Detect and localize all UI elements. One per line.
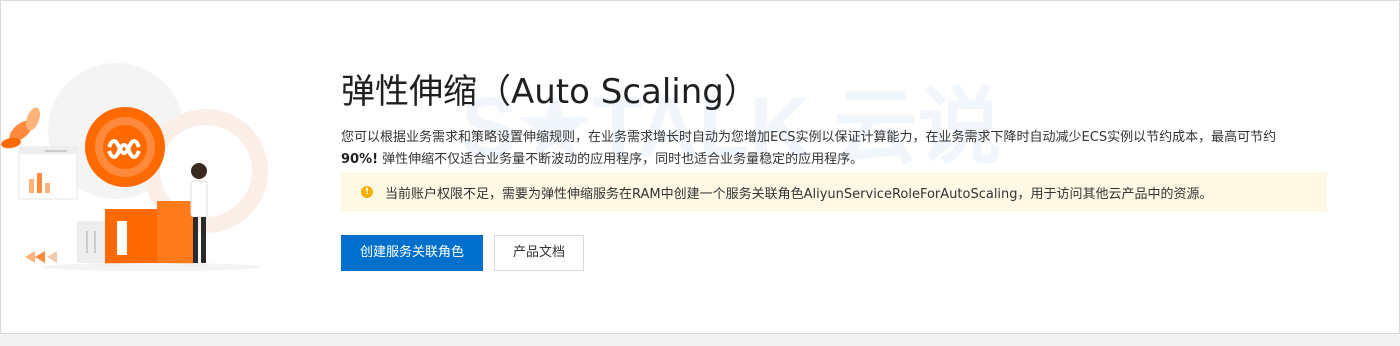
auto-scaling-illustration bbox=[1, 63, 268, 271]
description-highlight: 90%! bbox=[341, 152, 379, 167]
permission-notice: ! 当前账户权限不足，需要为弹性伸缩服务在RAM中创建一个服务关联角色Aliyu… bbox=[341, 172, 1327, 212]
action-buttons: 创建服务关联角色 产品文档 bbox=[341, 235, 584, 271]
product-docs-button[interactable]: 产品文档 bbox=[494, 235, 584, 271]
intro-content: 弹性伸缩（Auto Scaling） 您可以根据业务需求和策略设置伸缩规则，在业… bbox=[341, 69, 1331, 271]
description-line-1: 您可以根据业务需求和策略设置伸缩规则，在业务需求增长时自动为您增加ECS实例以保… bbox=[341, 130, 1277, 145]
description-line-2: 弹性伸缩不仅适合业务量不断波动的应用程序，同时也适合业务量稳定的应用程序。 bbox=[378, 152, 864, 167]
create-service-linked-role-button[interactable]: 创建服务关联角色 bbox=[341, 235, 483, 271]
warning-icon: ! bbox=[361, 186, 373, 198]
page-title: 弹性伸缩（Auto Scaling） bbox=[341, 72, 758, 112]
auto-scaling-intro-panel: S★TALK 云说 弹性伸缩（Auto Scaling） 您可以根据业务需求和策… bbox=[0, 0, 1400, 334]
permission-notice-text: 当前账户权限不足，需要为弹性伸缩服务在RAM中创建一个服务关联角色AliyunS… bbox=[385, 186, 1213, 202]
page-description: 您可以根据业务需求和策略设置伸缩规则，在业务需求增长时自动为您增加ECS实例以保… bbox=[341, 127, 1331, 171]
